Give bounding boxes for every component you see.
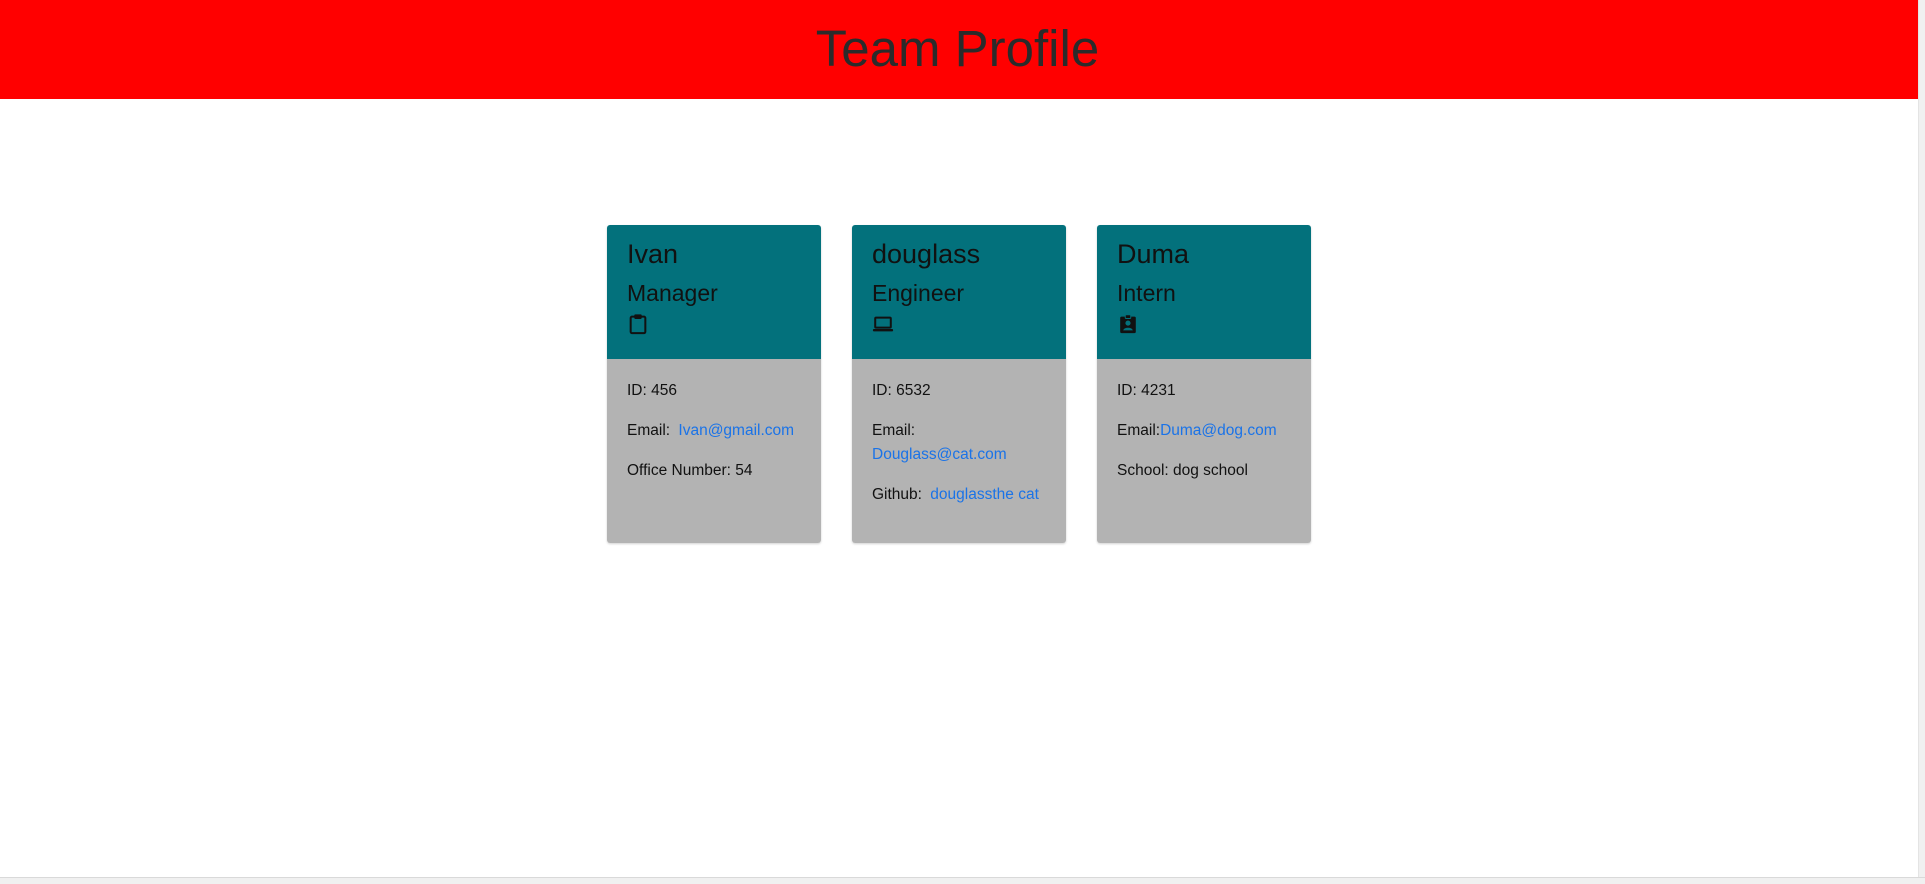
employee-role: Manager — [627, 280, 718, 306]
team-cards: Ivan Manager ID: 456 Email: Ivan@gmail.c… — [607, 225, 1311, 543]
school-row: School: dog school — [1117, 459, 1291, 483]
clipboard-icon — [627, 313, 649, 335]
card-header: Duma Intern — [1097, 225, 1311, 359]
email-link[interactable]: Douglass@cat.com — [872, 446, 1007, 463]
employee-name: Ivan — [627, 239, 679, 269]
card-body: ID: 456 Email: Ivan@gmail.com Office Num… — [607, 359, 821, 543]
email-link[interactable]: Duma@dog.com — [1160, 422, 1277, 439]
employee-card-intern: Duma Intern ID: 4231 Email: Duma@dog.com … — [1097, 225, 1311, 543]
laptop-icon — [872, 313, 894, 335]
email-label: Email: — [627, 422, 671, 439]
employee-email-row: Email: Douglass@cat.com — [872, 419, 1046, 467]
employee-name: douglass — [872, 239, 981, 269]
github-label: Github: — [872, 486, 922, 503]
office-number-label: Office Number: 54 — [627, 462, 753, 479]
employee-email-row: Email:Duma@dog.com — [1117, 419, 1291, 443]
school-label: School: dog school — [1117, 462, 1248, 479]
student-badge-icon — [1117, 313, 1139, 335]
email-link[interactable]: Ivan@gmail.com — [678, 422, 794, 439]
card-header: Ivan Manager — [607, 225, 821, 359]
employee-id: ID: 6532 — [872, 382, 931, 399]
office-number: Office Number: 54 — [627, 459, 801, 483]
employee-role: Intern — [1117, 280, 1176, 306]
page: Team Profile Ivan Manager ID: 456 Email:… — [0, 0, 1925, 884]
employee-role: Engineer — [872, 280, 965, 306]
github-row: Github: douglassthe cat — [872, 483, 1046, 507]
window-bottom-edge — [0, 877, 1925, 884]
header-banner: Team Profile — [0, 0, 1919, 99]
card-header: douglass Engineer — [852, 225, 1066, 359]
employee-card-engineer: douglass Engineer ID: 6532 Email: Dougla… — [852, 225, 1066, 543]
employee-name: Duma — [1117, 239, 1190, 269]
email-label: Email: — [872, 422, 916, 439]
employee-card-manager: Ivan Manager ID: 456 Email: Ivan@gmail.c… — [607, 225, 821, 543]
employee-id: ID: 4231 — [1117, 382, 1176, 399]
card-body: ID: 4231 Email:Duma@dog.com School: dog … — [1097, 359, 1311, 543]
employee-email-row: Email: Ivan@gmail.com — [627, 419, 801, 443]
vertical-scrollbar[interactable] — [1918, 0, 1925, 884]
github-link[interactable]: douglassthe cat — [930, 486, 1039, 503]
email-label: Email: — [1117, 422, 1161, 439]
employee-id: ID: 456 — [627, 382, 677, 399]
page-title: Team Profile — [815, 20, 1100, 77]
viewport: Team Profile Ivan Manager ID: 456 Email:… — [0, 0, 1919, 878]
card-body: ID: 6532 Email: Douglass@cat.com Github:… — [852, 359, 1066, 543]
